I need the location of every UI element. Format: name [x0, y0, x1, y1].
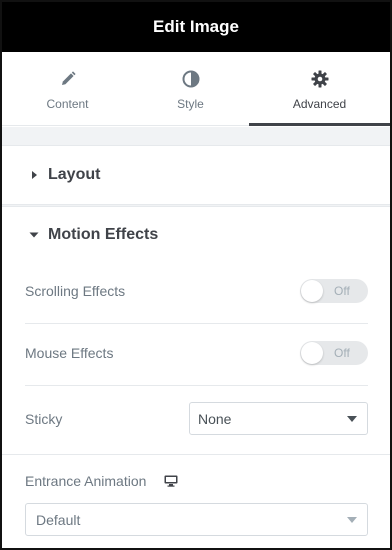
toggle-off-text: Off [334, 346, 350, 360]
desktop-icon[interactable] [164, 475, 178, 487]
tab-style[interactable]: Style [129, 52, 252, 126]
scrolling-effects-row: Scrolling Effects Off [25, 277, 368, 305]
entrance-animation-row: Entrance Animation [25, 470, 368, 492]
sticky-select[interactable]: None [189, 402, 368, 435]
panel-title: Edit Image [153, 17, 239, 36]
sticky-select-value: None [198, 410, 232, 427]
toggle-off-text: Off [334, 284, 350, 298]
divider [2, 454, 390, 455]
chevron-down-icon [347, 517, 357, 523]
entrance-animation-select[interactable]: Default [25, 503, 368, 536]
caret-down-icon [29, 232, 39, 238]
sticky-row: Sticky None [25, 402, 368, 436]
tab-advanced-label: Advanced [292, 97, 347, 111]
section-layout-header[interactable]: Layout [2, 146, 390, 204]
panel-header: Edit Image [2, 2, 390, 52]
divider [25, 323, 368, 324]
tab-style-label: Style [177, 97, 204, 111]
pencil-icon [61, 71, 76, 85]
tab-content-label: Content [46, 97, 89, 111]
section-layout[interactable]: Layout [2, 145, 390, 205]
mouse-effects-label: Mouse Effects [25, 345, 114, 361]
mouse-effects-toggle[interactable]: Off [300, 341, 368, 365]
section-motion-header[interactable]: Motion Effects [2, 207, 390, 263]
section-motion-effects: Motion Effects Scrolling Effects Off Mou… [2, 206, 390, 548]
section-motion-title: Motion Effects [48, 226, 159, 243]
tab-bar: Content Style Advanced [2, 52, 390, 126]
editor-panel: Edit Image Content Style Advanced Layout… [0, 0, 392, 550]
scrolling-effects-toggle[interactable]: Off [300, 279, 368, 303]
caret-right-icon [32, 171, 37, 179]
half-circle-icon [182, 70, 199, 88]
toggle-knob [301, 342, 323, 364]
tab-content[interactable]: Content [6, 52, 129, 126]
tab-advanced[interactable]: Advanced [249, 52, 390, 126]
settings-panel: Layout Motion Effects Scrolling Effects … [2, 127, 390, 548]
scrolling-effects-label: Scrolling Effects [25, 283, 126, 299]
sticky-label: Sticky [25, 411, 63, 427]
mouse-effects-row: Mouse Effects Off [25, 339, 368, 367]
toggle-knob [301, 280, 323, 302]
entrance-animation-label: Entrance Animation [25, 473, 147, 489]
section-layout-title: Layout [48, 166, 101, 183]
divider [25, 385, 368, 386]
gear-icon [311, 70, 328, 88]
chevron-down-icon [347, 416, 357, 422]
entrance-animation-select-value: Default [36, 511, 81, 528]
